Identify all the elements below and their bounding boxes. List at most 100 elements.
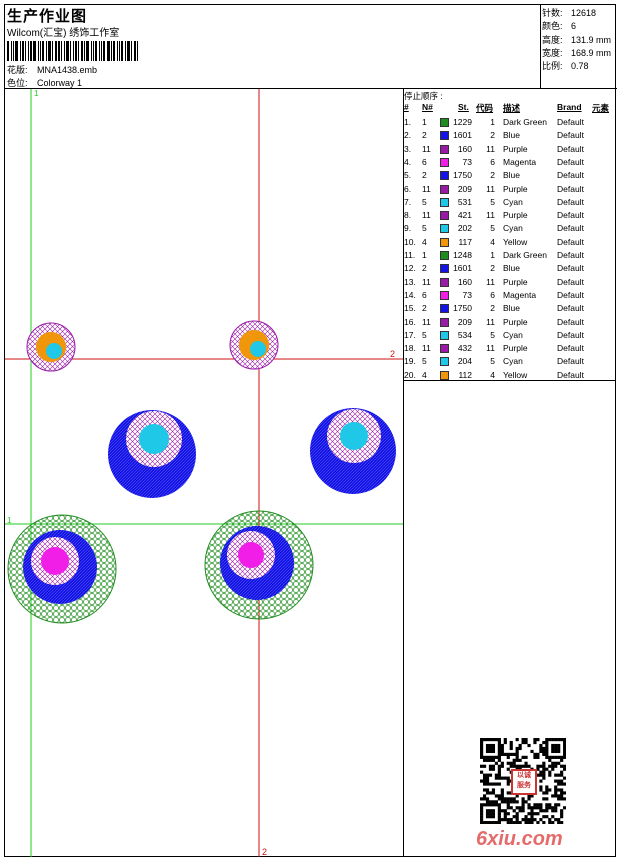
- qr-module: [548, 788, 552, 792]
- qr-module: [521, 755, 525, 759]
- row-code: 6: [490, 156, 495, 167]
- row-stitches: 1248: [453, 250, 472, 260]
- qr-module: [488, 738, 493, 742]
- qr-module: [480, 821, 484, 824]
- qr-module: [560, 791, 564, 795]
- qr-module: [554, 791, 558, 795]
- barcode-bar: [33, 41, 36, 61]
- barcode-bar: [91, 41, 92, 61]
- row-needle: 5: [422, 356, 427, 367]
- qr-module: [551, 764, 555, 768]
- qr-module: [551, 743, 555, 748]
- barcode-bar: [61, 41, 62, 61]
- row-description: Dark Green: [503, 250, 547, 260]
- row-index: 19.: [404, 356, 416, 367]
- qr-module: [533, 803, 537, 807]
- qr-module: [548, 755, 552, 759]
- row-description: Yellow: [503, 236, 528, 247]
- table-row: 17. 5 534 5 Cyan Default: [404, 329, 616, 342]
- qr-module: [524, 738, 528, 742]
- row-needle: 4: [422, 236, 427, 247]
- qr-module: [480, 818, 484, 822]
- row-index: 1.: [404, 117, 412, 127]
- qr-module: [554, 773, 558, 777]
- qr-module: [560, 779, 564, 783]
- qr-module: [539, 818, 543, 822]
- qr-module: [509, 818, 513, 822]
- row-index: 3.: [404, 143, 412, 154]
- qr-module: [491, 803, 496, 807]
- row-code: 4: [490, 236, 495, 247]
- qr-module: [503, 752, 507, 756]
- qr-module: [500, 791, 504, 795]
- qr-module: [506, 800, 510, 804]
- qr-module: [533, 818, 537, 822]
- qr-module: [509, 797, 513, 801]
- color-swatch: [440, 344, 449, 354]
- row-code: 11: [486, 143, 495, 154]
- barcode-bar: [20, 41, 21, 61]
- barcode-bar: [11, 41, 12, 61]
- row-code: 2: [490, 263, 495, 274]
- qr-module: [536, 764, 540, 768]
- row-needle: 11: [422, 316, 431, 327]
- table-row: 10. 4 117 4 Yellow Default: [404, 236, 616, 249]
- qr-module: [530, 812, 534, 816]
- row-needle: 2: [422, 170, 427, 181]
- qr-module: [480, 797, 484, 801]
- qr-module: [497, 815, 501, 819]
- row-brand: Default: [557, 276, 584, 287]
- row-description: Yellow: [503, 369, 528, 380]
- qr-module: [488, 815, 493, 819]
- qr-module: [500, 746, 504, 751]
- qr-module: [491, 821, 496, 824]
- stat-value: 6: [571, 21, 577, 31]
- qr-module: [485, 755, 490, 759]
- qr-module: [480, 770, 484, 774]
- qr-module: [530, 809, 534, 813]
- col-header: 代码: [476, 103, 494, 113]
- qr-module: [480, 803, 484, 807]
- qr-module: [506, 752, 510, 756]
- color-swatch: [440, 251, 449, 260]
- qr-module: [542, 776, 546, 780]
- row-needle: 2: [422, 303, 427, 314]
- row-code: 11: [486, 276, 495, 287]
- qr-module: [497, 818, 501, 822]
- qr-module: [485, 791, 490, 795]
- qr-module: [548, 773, 552, 777]
- qr-module: [500, 797, 504, 801]
- qr-module: [488, 764, 493, 768]
- qr-module: [533, 755, 537, 759]
- row-brand: Default: [557, 183, 584, 194]
- table-row: 2. 2 1601 2 Blue Default: [404, 129, 616, 142]
- color-swatch: [440, 211, 449, 221]
- barcode-bar: [119, 41, 120, 61]
- qr-module: [497, 782, 501, 786]
- qr-module: [488, 743, 493, 748]
- qr-module: [482, 821, 487, 824]
- row-index: 20.: [404, 369, 416, 380]
- qr-module: [485, 812, 490, 816]
- qr-module: [521, 803, 525, 807]
- qr-module: [527, 821, 531, 824]
- row-code: 11: [486, 343, 495, 354]
- row-code: 4: [490, 369, 495, 380]
- qr-module: [530, 815, 534, 819]
- qr-module: [539, 773, 543, 777]
- row-index: 14.: [404, 289, 416, 300]
- row-description: Purple: [503, 316, 528, 327]
- barcode-bar: [93, 41, 94, 61]
- qr-module: [545, 743, 549, 748]
- qr-module: [539, 809, 543, 813]
- stat-colors: 颜色: 6: [542, 19, 576, 32]
- row-index: 4.: [404, 156, 412, 167]
- qr-module: [506, 761, 510, 765]
- row-code: 11: [486, 210, 495, 221]
- qr-module: [503, 800, 507, 804]
- row-stitches: 209: [457, 316, 472, 327]
- qr-module: [563, 740, 566, 745]
- barcode-bar: [101, 41, 102, 61]
- qr-module: [539, 806, 543, 810]
- barcode-bar: [107, 41, 110, 61]
